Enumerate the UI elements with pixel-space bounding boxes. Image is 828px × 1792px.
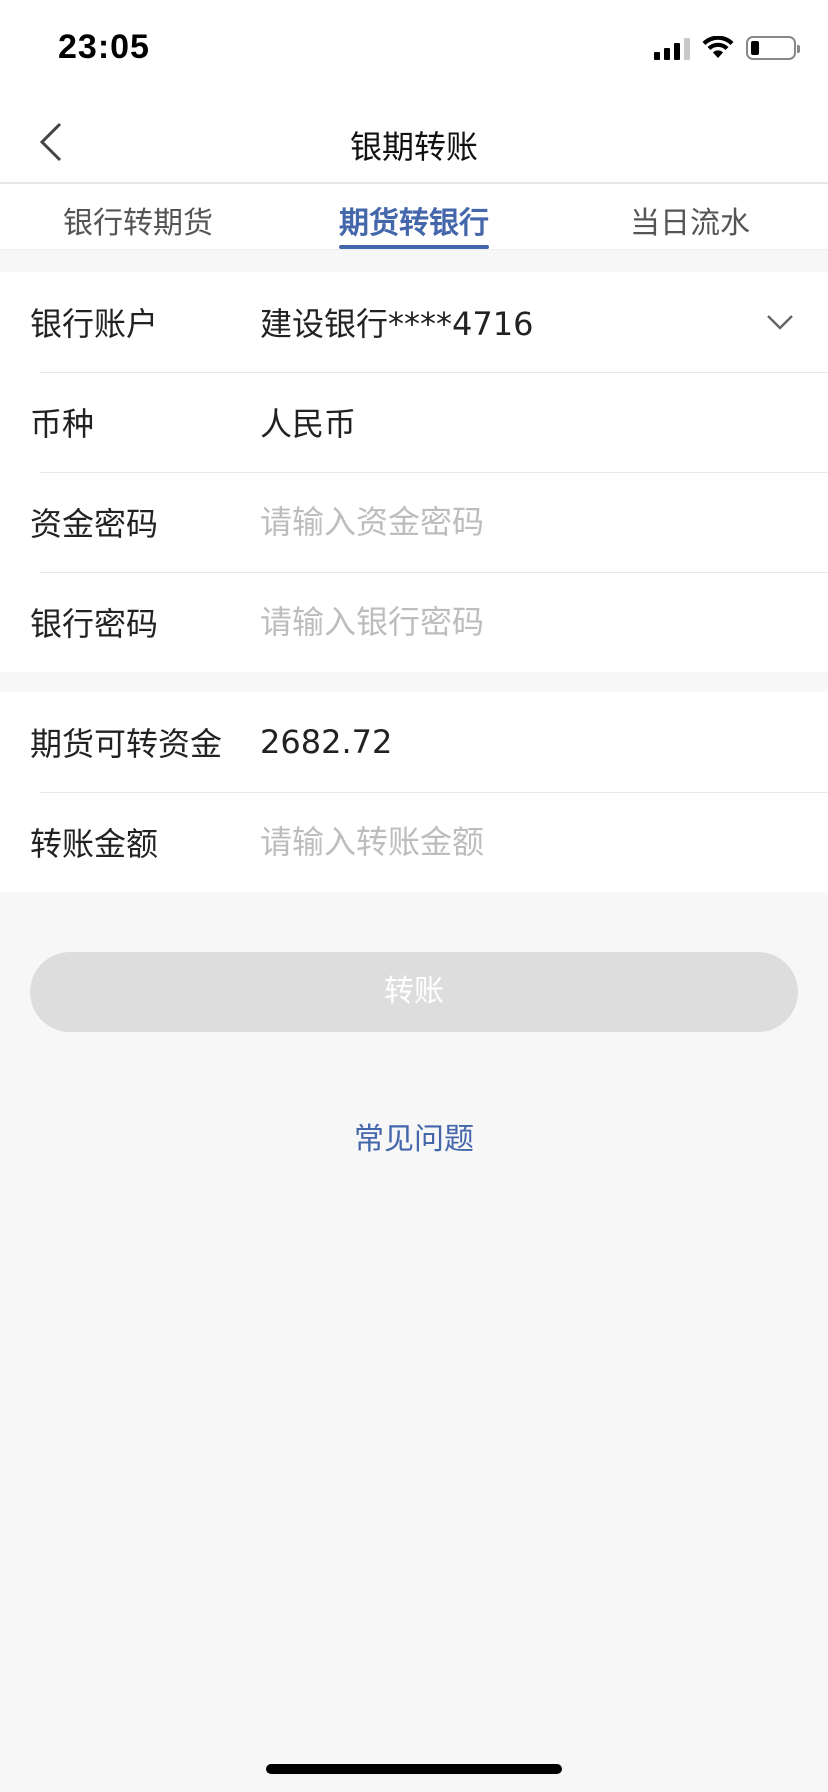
transfer-button[interactable]: 转账 <box>30 952 798 1032</box>
amount-form-group: 期货可转资金 2682.72 转账金额 <box>0 692 828 892</box>
chevron-down-icon[interactable] <box>762 304 798 340</box>
currency-row: 币种 人民币 <box>0 372 828 472</box>
status-time: 23:05 <box>58 28 150 66</box>
status-bar: 23:05 <box>0 0 828 100</box>
available-funds-label: 期货可转资金 <box>30 725 223 763</box>
page-title: 银期转账 <box>349 128 478 166</box>
navigation-bar: 银期转账 <box>0 100 828 184</box>
cellular-signal-icon <box>654 36 690 60</box>
transfer-amount-input[interactable] <box>260 812 780 872</box>
bank-account-label: 银行账户 <box>30 305 159 343</box>
fund-password-input[interactable] <box>260 492 780 552</box>
fund-password-label: 资金密码 <box>30 505 159 543</box>
status-icons <box>654 34 800 62</box>
bank-password-label: 银行密码 <box>30 605 159 643</box>
bank-account-row[interactable]: 银行账户 建设银行****4716 <box>0 272 828 372</box>
currency-value: 人民币 <box>260 405 357 443</box>
available-funds-row: 期货可转资金 2682.72 <box>0 692 828 792</box>
fund-password-row: 资金密码 <box>0 472 828 572</box>
tab-bank-to-futures[interactable]: 银行转期货 <box>0 184 276 249</box>
bank-password-row: 银行密码 <box>0 572 828 672</box>
battery-icon <box>746 36 800 60</box>
tab-daily-flow[interactable]: 当日流水 <box>552 184 828 249</box>
bank-account-value[interactable]: 建设银行****4716 <box>260 299 533 345</box>
bank-password-input[interactable] <box>260 592 780 652</box>
tab-bar: 银行转期货 期货转银行 当日流水 <box>0 184 828 250</box>
account-form-group: 银行账户 建设银行****4716 币种 人民币 资金密码 银行密码 <box>0 272 828 672</box>
currency-label: 币种 <box>30 405 95 443</box>
wifi-icon <box>702 36 734 58</box>
transfer-amount-label: 转账金额 <box>30 825 159 863</box>
home-indicator[interactable] <box>266 1764 562 1774</box>
available-funds-value: 2682.72 <box>260 723 393 761</box>
tab-futures-to-bank[interactable]: 期货转银行 <box>276 184 552 249</box>
transfer-amount-row: 转账金额 <box>0 792 828 892</box>
faq-link[interactable]: 常见问题 <box>0 1114 828 1158</box>
